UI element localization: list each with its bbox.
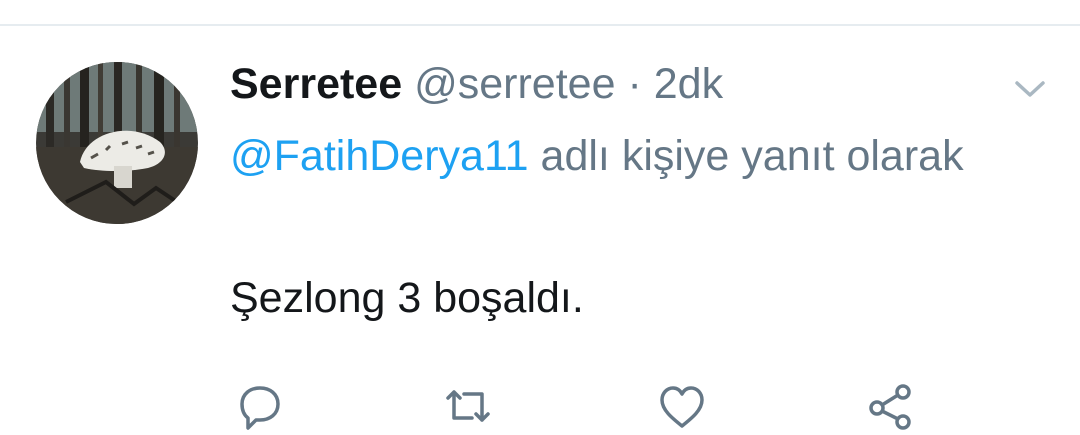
like-button[interactable] <box>654 380 710 435</box>
display-name[interactable]: Serretee <box>230 60 402 108</box>
retweet-button[interactable] <box>440 380 496 435</box>
reply-context: @FatihDerya11 adlı kişiye yanıt olarak <box>230 124 990 188</box>
retweet-icon <box>446 390 490 422</box>
timestamp[interactable]: 2dk <box>654 60 723 108</box>
share-icon <box>869 384 911 430</box>
reply-button[interactable] <box>232 380 288 435</box>
reply-context-text: adlı kişiye yanıt olarak <box>540 132 964 180</box>
share-button[interactable] <box>862 380 918 435</box>
avatar[interactable] <box>36 62 198 224</box>
reply-bubble-icon <box>240 386 280 430</box>
reply-mention-link[interactable]: @FatihDerya11 <box>230 132 529 180</box>
tweet-actions <box>0 380 1080 435</box>
user-handle[interactable]: @serretee <box>414 60 615 108</box>
top-divider <box>0 24 1080 26</box>
separator-dot: · <box>627 60 642 108</box>
heart-icon <box>660 386 704 428</box>
tweet-header: Serretee @serretee · 2dk <box>230 56 723 112</box>
tweet-text: Şezlong 3 boşaldı. <box>230 274 584 322</box>
chevron-down-icon <box>1015 81 1045 97</box>
avatar-image <box>36 62 198 224</box>
tweet-menu-button[interactable] <box>1010 74 1050 102</box>
